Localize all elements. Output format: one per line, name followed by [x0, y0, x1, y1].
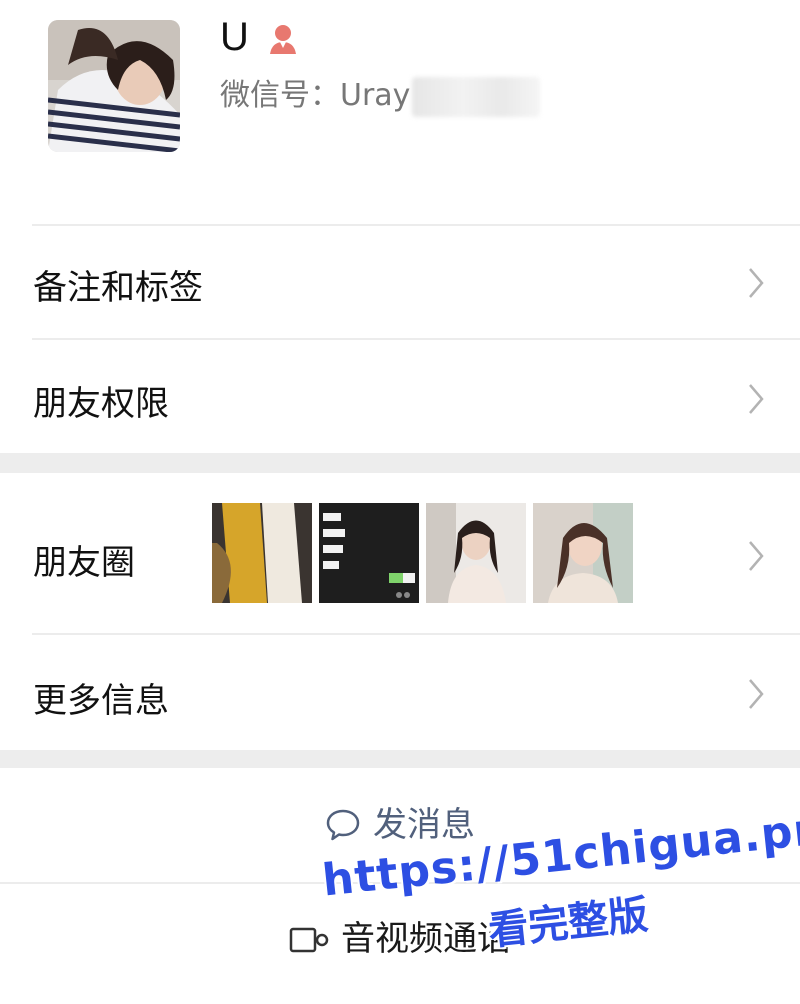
- contact-name: U: [220, 15, 249, 59]
- chevron-right-icon: [749, 679, 764, 709]
- row-friend-permissions[interactable]: 朋友权限: [0, 340, 800, 453]
- chevron-right-icon: [749, 268, 764, 298]
- section-gap: [0, 453, 800, 473]
- moments-thumbnail: [426, 503, 526, 603]
- wechat-id-blurred: [412, 76, 541, 117]
- row-more-info[interactable]: 更多信息: [0, 635, 800, 750]
- chevron-right-icon: [749, 384, 764, 414]
- moments-thumbnail: [319, 503, 419, 603]
- row-more-info-label: 更多信息: [33, 681, 169, 721]
- profile-header: U 微信号：Uray: [0, 0, 800, 225]
- watermark-text: 看完整版: [486, 892, 651, 955]
- moments-thumbnail: [533, 503, 633, 603]
- female-icon: [270, 25, 296, 54]
- row-remarks-tags-label: 备注和标签: [33, 268, 203, 308]
- video-call-icon: [289, 927, 329, 952]
- moments-thumbnail: [212, 503, 312, 603]
- section-gap: [0, 750, 800, 768]
- wechat-id-value: Uray: [340, 78, 411, 113]
- chevron-right-icon: [749, 541, 764, 571]
- avatar-image: [48, 20, 180, 152]
- wechat-id: 微信号：Uray: [220, 74, 541, 118]
- row-moments-label: 朋友圈: [33, 543, 135, 583]
- avatar[interactable]: [48, 20, 180, 152]
- row-remarks-tags[interactable]: 备注和标签: [0, 226, 800, 338]
- row-friend-permissions-label: 朋友权限: [33, 384, 169, 424]
- wechat-id-label: 微信号：: [220, 78, 340, 113]
